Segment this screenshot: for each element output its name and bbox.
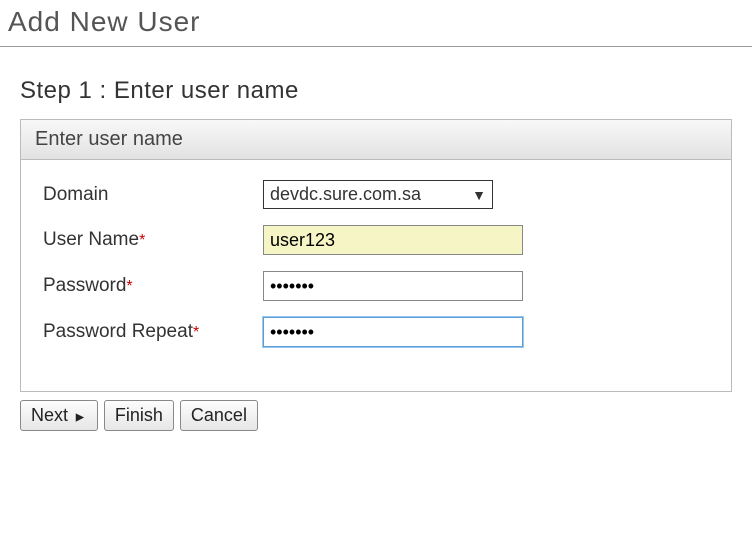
arrow-right-icon: ► (73, 408, 87, 424)
label-password-repeat-text: Password Repeat (43, 321, 193, 342)
label-username-text: User Name (43, 229, 139, 250)
label-username: User Name* (43, 229, 263, 251)
finish-button[interactable]: Finish (104, 400, 174, 431)
password-input[interactable] (263, 271, 523, 301)
required-mark: * (193, 324, 199, 341)
form-panel: Enter user name Domain devdc.sure.com.sa… (20, 119, 732, 392)
step-heading: Step 1 : Enter user name (0, 47, 752, 119)
label-password-repeat: Password Repeat* (43, 321, 263, 343)
domain-select[interactable]: devdc.sure.com.sa ▼ (263, 180, 493, 209)
row-username: User Name* (43, 225, 713, 255)
label-domain: Domain (43, 184, 263, 206)
required-mark: * (139, 232, 145, 249)
row-password: Password* (43, 271, 713, 301)
page-title: Add New User (0, 0, 752, 47)
chevron-down-icon: ▼ (472, 187, 486, 203)
required-mark: * (126, 278, 132, 295)
label-password: Password* (43, 275, 263, 297)
row-password-repeat: Password Repeat* (43, 317, 713, 347)
button-row: Next ► Finish Cancel (20, 400, 732, 431)
next-button[interactable]: Next ► (20, 400, 98, 431)
next-button-label: Next (31, 405, 68, 425)
label-domain-text: Domain (43, 184, 108, 205)
panel-body: Domain devdc.sure.com.sa ▼ User Name* Pa… (21, 160, 731, 391)
username-input[interactable] (263, 225, 523, 255)
label-password-text: Password (43, 275, 126, 296)
cancel-button[interactable]: Cancel (180, 400, 258, 431)
row-domain: Domain devdc.sure.com.sa ▼ (43, 180, 713, 209)
password-repeat-input[interactable] (263, 317, 523, 347)
domain-selected-value: devdc.sure.com.sa (270, 184, 421, 205)
panel-header: Enter user name (21, 120, 731, 160)
